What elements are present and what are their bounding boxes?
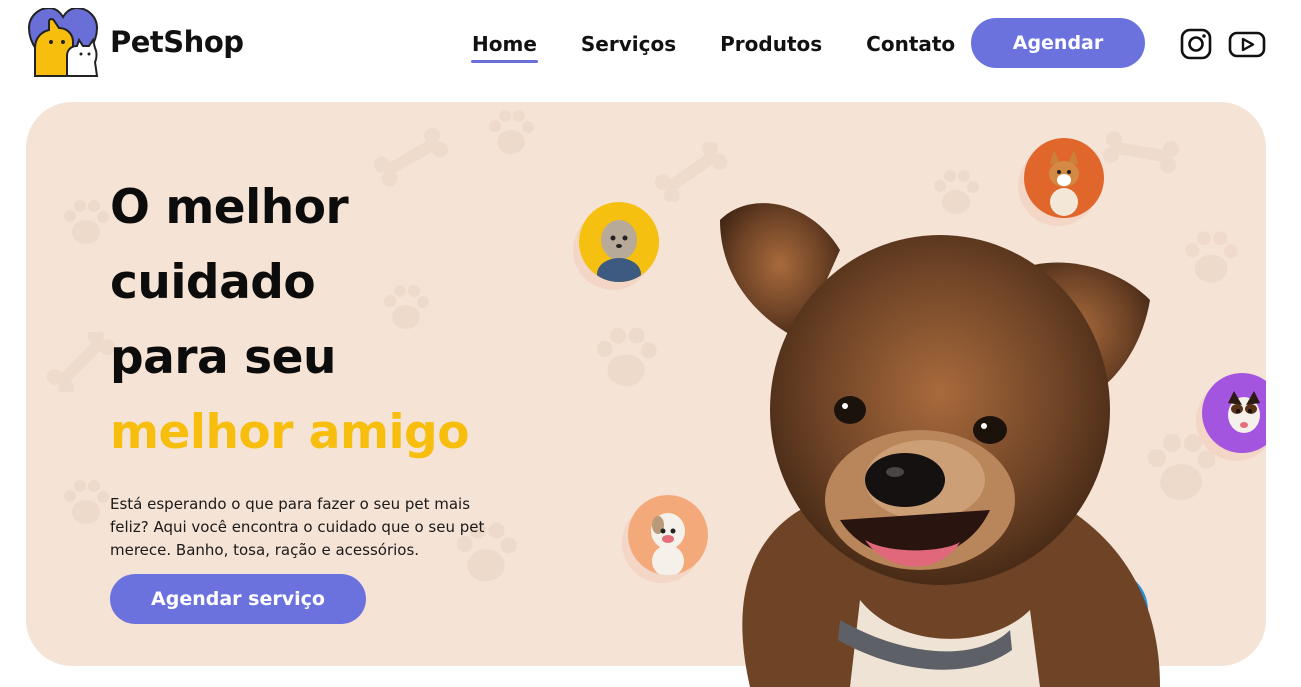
headline-line: para seu [110,330,336,385]
hero-headline: O melhor cuidado para seu melhor amigo [110,170,469,470]
agendar-servico-button[interactable]: Agendar serviço [110,574,366,624]
paw-print-icon [596,327,657,387]
main-nav: Home Serviços Produtos Contato [471,32,955,63]
headline-highlight: melhor amigo [110,405,469,460]
paw-print-icon [64,480,109,524]
bone-icon [1103,131,1179,173]
headline-line: O melhor [110,180,349,235]
instagram-icon[interactable] [1180,28,1212,60]
paw-print-icon [64,200,109,244]
agendar-button[interactable]: Agendar [971,18,1145,68]
paw-print-icon [489,110,534,154]
petshop-logo-icon[interactable] [27,8,99,78]
nav-item-contato[interactable]: Contato [866,32,955,62]
nav-item-home[interactable]: Home [471,32,538,63]
dog-avatar-yorkshire [579,202,659,282]
brand-name[interactable]: PetShop [110,25,244,59]
hero-dog-image [720,203,1160,687]
nav-item-servicos[interactable]: Serviços [581,32,676,62]
site-header: PetShop Home Serviços Produtos Contato A… [0,0,1301,90]
hero-description: Está esperando o que para fazer o seu pe… [110,495,485,559]
headline-line: cuidado [110,255,316,310]
youtube-icon[interactable] [1228,28,1266,60]
nav-item-produtos[interactable]: Produtos [720,32,822,62]
